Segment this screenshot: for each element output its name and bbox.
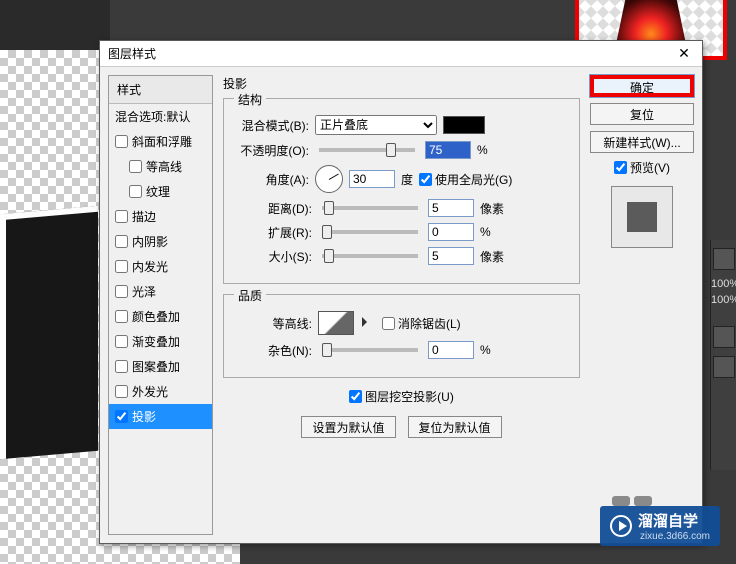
eye-icon[interactable] xyxy=(713,356,735,378)
opacity-slider[interactable] xyxy=(319,148,415,152)
watermark: 溜溜自学 zixue.3d66.com xyxy=(600,506,720,546)
noise-input[interactable] xyxy=(428,341,474,359)
style-contour[interactable]: 等高线 xyxy=(109,154,212,179)
style-pattern-overlay-check[interactable] xyxy=(115,360,128,373)
shadow-settings: 投影 结构 混合模式(B): 正片叠底 不透明度(O): % xyxy=(213,67,590,543)
distance-label: 距离(D): xyxy=(234,200,312,217)
angle-label: 角度(A): xyxy=(234,171,309,188)
chevron-down-icon[interactable] xyxy=(362,317,367,327)
spread-label: 扩展(R): xyxy=(234,224,312,241)
style-inner-glow[interactable]: 内发光 xyxy=(109,254,212,279)
preview-checkbox[interactable]: 预览(V) xyxy=(614,159,670,176)
play-icon xyxy=(610,515,632,537)
knockout-checkbox[interactable]: 图层挖空投影(U) xyxy=(349,388,454,405)
noise-label: 杂色(N): xyxy=(234,342,312,359)
style-outer-glow[interactable]: 外发光 xyxy=(109,379,212,404)
lock-icon[interactable] xyxy=(713,248,735,270)
ok-button[interactable]: 确定 xyxy=(590,75,694,97)
size-slider[interactable] xyxy=(322,254,418,258)
size-input[interactable] xyxy=(428,247,474,265)
angle-dial[interactable] xyxy=(315,165,343,193)
side-panel: 100% 100% xyxy=(710,240,736,470)
style-drop-shadow-check[interactable] xyxy=(115,410,128,423)
style-bevel-check[interactable] xyxy=(115,135,128,148)
noise-slider[interactable] xyxy=(322,348,418,352)
make-default-button[interactable]: 设置为默认值 xyxy=(301,416,395,438)
preview-box xyxy=(611,186,673,248)
fx-icon[interactable] xyxy=(713,326,735,348)
opacity-input[interactable] xyxy=(425,141,471,159)
style-pattern-overlay[interactable]: 图案叠加 xyxy=(109,354,212,379)
contour-label: 等高线: xyxy=(234,315,312,332)
style-inner-shadow-check[interactable] xyxy=(115,235,128,248)
style-color-overlay-check[interactable] xyxy=(115,310,128,323)
panel-title: 投影 xyxy=(223,75,580,92)
style-color-overlay[interactable]: 颜色叠加 xyxy=(109,304,212,329)
blend-mode-label: 混合模式(B): xyxy=(234,117,309,134)
size-label: 大小(S): xyxy=(234,248,312,265)
dialog-actions: 确定 复位 新建样式(W)... 预览(V) xyxy=(590,67,702,543)
style-drop-shadow[interactable]: 投影 xyxy=(109,404,212,429)
style-gradient-overlay[interactable]: 渐变叠加 xyxy=(109,329,212,354)
reset-default-button[interactable]: 复位为默认值 xyxy=(408,416,502,438)
dialog-title: 图层样式 xyxy=(108,45,674,62)
style-stroke[interactable]: 描边 xyxy=(109,204,212,229)
distance-input[interactable] xyxy=(428,199,474,217)
titlebar[interactable]: 图层样式 ✕ xyxy=(100,41,702,67)
spread-slider[interactable] xyxy=(322,230,418,234)
style-bevel[interactable]: 斜面和浮雕 xyxy=(109,129,212,154)
global-light-checkbox[interactable]: 使用全局光(G) xyxy=(419,171,512,188)
opacity-label: 不透明度(O): xyxy=(234,142,309,159)
new-style-button[interactable]: 新建样式(W)... xyxy=(590,131,694,153)
angle-input[interactable] xyxy=(349,170,395,188)
style-satin[interactable]: 光泽 xyxy=(109,279,212,304)
blend-mode-select[interactable]: 正片叠底 xyxy=(315,115,437,135)
style-inner-glow-check[interactable] xyxy=(115,260,128,273)
spread-input[interactable] xyxy=(428,223,474,241)
close-icon[interactable]: ✕ xyxy=(674,44,694,64)
blend-options-row[interactable]: 混合选项:默认 xyxy=(109,104,212,129)
styles-header[interactable]: 样式 xyxy=(109,76,212,104)
style-gradient-overlay-check[interactable] xyxy=(115,335,128,348)
style-texture-check[interactable] xyxy=(129,185,142,198)
styles-list: 样式 混合选项:默认 斜面和浮雕 等高线 纹理 描边 内阴影 内发光 光泽 颜色… xyxy=(108,75,213,535)
distance-slider[interactable] xyxy=(322,206,418,210)
style-satin-check[interactable] xyxy=(115,285,128,298)
style-outer-glow-check[interactable] xyxy=(115,385,128,398)
quality-fieldset: 品质 等高线: 消除锯齿(L) 杂色(N): % xyxy=(223,294,580,378)
decoration-bars xyxy=(612,496,652,506)
style-contour-check[interactable] xyxy=(129,160,142,173)
shadow-color-swatch[interactable] xyxy=(443,116,485,134)
layer-style-dialog: 图层样式 ✕ 样式 混合选项:默认 斜面和浮雕 等高线 纹理 描边 内阴影 内发… xyxy=(99,40,703,544)
style-stroke-check[interactable] xyxy=(115,210,128,223)
style-inner-shadow[interactable]: 内阴影 xyxy=(109,229,212,254)
structure-fieldset: 结构 混合模式(B): 正片叠底 不透明度(O): % 角度(A): xyxy=(223,98,580,284)
contour-picker[interactable] xyxy=(318,311,354,335)
style-texture[interactable]: 纹理 xyxy=(109,179,212,204)
antialias-checkbox[interactable]: 消除锯齿(L) xyxy=(382,315,461,332)
cancel-button[interactable]: 复位 xyxy=(590,103,694,125)
